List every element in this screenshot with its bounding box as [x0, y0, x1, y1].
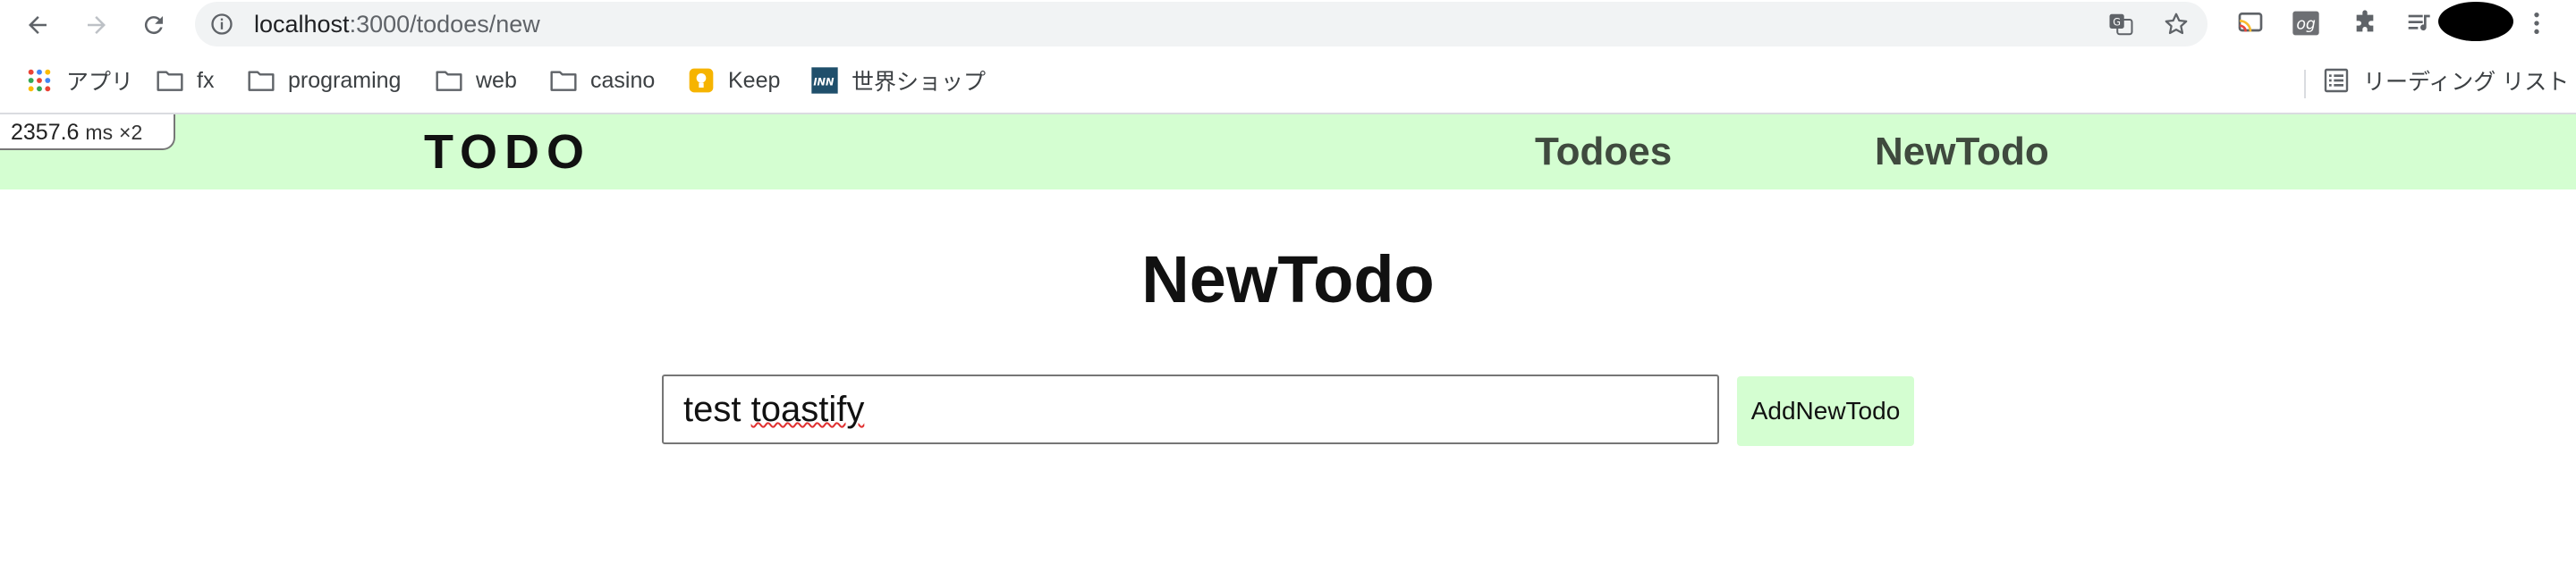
input-text-misspelled: toastify [750, 390, 865, 429]
bookmark-folder-web[interactable]: web [435, 64, 517, 97]
bookmark-label: アプリ [66, 70, 134, 95]
inn-icon: INN [811, 67, 838, 94]
bookmark-folder-casino[interactable]: casino [549, 64, 655, 97]
translate-icon[interactable]: G [2107, 11, 2134, 38]
site-logo[interactable]: TODO [424, 114, 591, 189]
folder-icon [157, 71, 183, 91]
bookmark-label: web [476, 67, 517, 93]
bookmark-apps[interactable]: アプリ [25, 64, 133, 97]
new-todo-input[interactable]: test toastify [662, 375, 1719, 444]
bookmarks-bar: アプリ fx programing web casino Keep INN 世界… [0, 48, 2576, 114]
bookmark-label: Keep [728, 67, 781, 93]
cast-icon[interactable] [2236, 9, 2265, 38]
arrow-right-icon [88, 16, 106, 34]
input-text: test [683, 390, 751, 429]
more-vert-icon[interactable] [2522, 9, 2551, 38]
og-extension-icon[interactable]: og [2292, 9, 2320, 38]
svg-text:og: og [2296, 16, 2316, 34]
extensions-puzzle-icon[interactable] [2351, 9, 2379, 38]
svg-text:INN: INN [813, 75, 835, 88]
bookmark-label: fx [197, 67, 215, 93]
reload-icon [144, 16, 163, 35]
bookmark-world-shop[interactable]: INN 世界ショップ [810, 64, 986, 97]
perf-value: 2357.6 [11, 120, 80, 145]
reading-list-icon [2324, 68, 2349, 93]
nav-link-todoes[interactable]: Todoes [1535, 114, 1672, 189]
reading-list-button[interactable]: リーディング リスト [2322, 64, 2569, 97]
reading-list-label: リーディング リスト [2363, 70, 2570, 95]
bookmark-folder-fx[interactable]: fx [156, 64, 214, 97]
keep-icon [689, 68, 714, 93]
bookmark-folder-programing[interactable]: programing [247, 64, 401, 97]
perf-multiplier: ×2 [119, 121, 143, 144]
bookmarks-divider [2304, 70, 2306, 98]
bookmark-keep[interactable]: Keep [687, 64, 780, 97]
forward-button[interactable] [79, 7, 114, 43]
page-title: NewTodo [1141, 242, 1435, 316]
perf-unit: ms [85, 121, 114, 144]
folder-icon [550, 71, 577, 91]
bookmark-label: programing [288, 67, 402, 93]
media-playlist-icon[interactable] [2406, 9, 2435, 38]
info-icon[interactable] [209, 12, 234, 37]
url-host: localhost [254, 11, 350, 38]
add-new-todo-button[interactable]: AddNewTodo [1737, 376, 1914, 446]
browser-toolbar: localhost:3000/todoes/new G og [0, 0, 2576, 48]
site-header: TODO Todoes NewTodo [0, 114, 2576, 189]
url-path: :3000/todoes/new [349, 11, 540, 38]
url-text[interactable]: localhost:3000/todoes/new [254, 2, 540, 46]
folder-icon [436, 71, 462, 91]
arrow-left-icon [29, 16, 47, 34]
profile-avatar[interactable] [2438, 2, 2513, 41]
reload-button[interactable] [136, 7, 172, 43]
nav-link-newtodo[interactable]: NewTodo [1875, 114, 2049, 189]
star-icon[interactable] [2163, 11, 2190, 38]
apps-grid-icon [28, 69, 51, 92]
folder-icon [248, 71, 275, 91]
address-bar[interactable]: localhost:3000/todoes/new G [195, 2, 2207, 46]
perf-counter: 2357.6 ms ×2 [0, 114, 175, 150]
back-button[interactable] [20, 7, 55, 43]
svg-text:G: G [2113, 16, 2121, 28]
bookmark-label: casino [590, 67, 656, 93]
bookmark-label: 世界ショップ [852, 70, 987, 95]
